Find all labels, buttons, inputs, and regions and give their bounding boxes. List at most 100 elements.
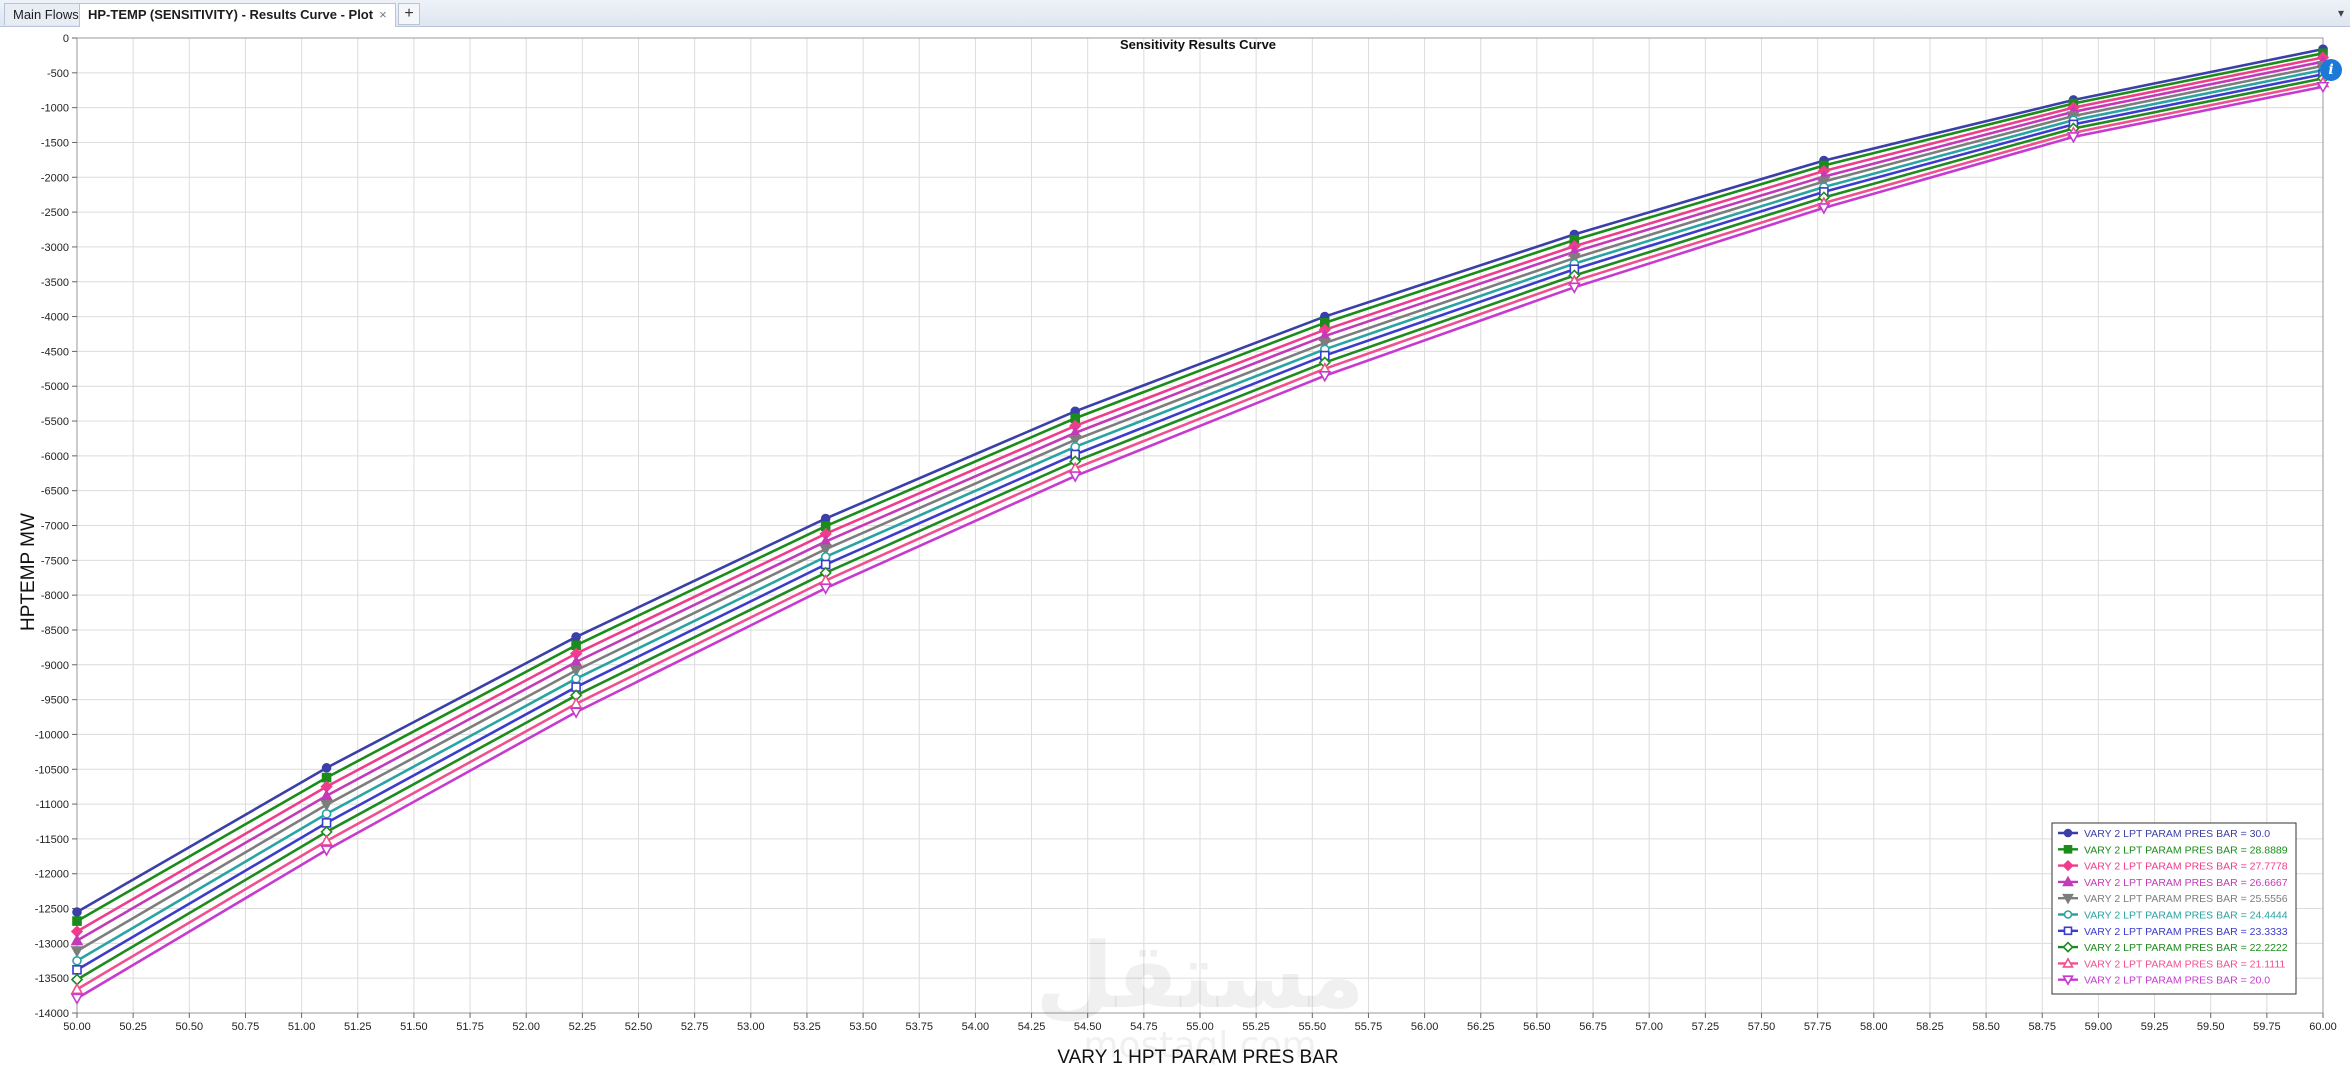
data-point-marker [70,946,84,958]
y-tick-label: -1500 [41,137,69,149]
data-point-marker [70,993,84,1006]
y-tick-label: -4000 [41,312,69,324]
data-point-marker [321,763,332,773]
tab-list-chevron-down-icon[interactable]: ▾ [2338,6,2344,20]
x-tick-label: 56.75 [1579,1021,1607,1033]
x-tick-label: 58.00 [1860,1021,1888,1033]
data-point-marker [820,513,831,524]
data-point-marker [321,809,332,819]
data-point-marker [2063,910,2073,919]
y-tick-label: -4500 [41,346,69,358]
data-point-marker [321,772,332,783]
y-tick-label: -1000 [41,103,69,115]
y-tick-label: -13000 [35,938,69,950]
x-tick-label: 57.50 [1748,1021,1776,1033]
y-tick-label: -7500 [41,555,69,567]
info-icon[interactable]: i [2320,59,2342,81]
new-tab-button[interactable]: + [398,3,420,25]
data-point-marker [72,955,82,966]
watermark-logo: مستقل [1035,924,1364,1029]
x-tick-label: 57.75 [1804,1021,1832,1033]
x-tick-label: 51.00 [288,1021,316,1033]
sensitivity-results-chart: 50.00 50.25 50.50 50.75 51.00 51.25 51.50 51.75… [18,33,2337,1068]
x-tick-label: 59.00 [2085,1021,2113,1033]
x-tick-label: 56.50 [1523,1021,1551,1033]
x-tick-label: 53.25 [793,1021,821,1033]
x-tick-label: 52.75 [681,1021,709,1033]
y-tick-label: -10000 [35,729,69,741]
chart-legend: VARY 2 LPT PARAM PRES BAR = 30.0 VARY 2 L… [2051,822,2297,995]
x-tick-label: 60.00 [2309,1021,2337,1033]
legend-entry: VARY 2 LPT PARAM PRES BAR = 26.6667 [2084,877,2288,889]
data-point-marker [320,799,333,812]
legend-entry: VARY 2 LPT PARAM PRES BAR = 22.2222 [2084,942,2288,954]
chart-axes: 50.00 50.25 50.50 50.75 51.00 51.25 51.50 51.75… [35,33,2337,1033]
chart-title: Sensitivity Results Curve [1120,37,1276,52]
y-tick-label: -3500 [41,277,69,289]
x-tick-label: 59.50 [2197,1021,2225,1033]
data-point-marker [2063,844,2073,854]
legend-entry: VARY 2 LPT PARAM PRES BAR = 30.0 [2084,828,2270,840]
tab-results-curve-plot-label: HP-TEMP (SENSITIVITY) - Results Curve - … [88,7,374,22]
x-tick-label: 57.00 [1635,1021,1663,1033]
y-tick-label: -8500 [41,625,69,637]
legend-entry: VARY 2 LPT PARAM PRES BAR = 24.4444 [2084,910,2288,922]
data-point-marker [2063,926,2073,936]
y-tick-label: -8000 [41,590,69,602]
y-tick-label: -9500 [41,695,69,707]
x-tick-label: 56.00 [1411,1021,1439,1033]
x-tick-label: 58.75 [2028,1021,2056,1033]
y-tick-label: -11000 [36,799,69,811]
data-point-marker [70,982,84,995]
tab-results-curve-plot[interactable]: HP-TEMP (SENSITIVITY) - Results Curve - … [79,3,396,27]
document-tab-bar: Main Flowsheet× HP-TEMP (SENSITIVITY) - … [0,0,2350,27]
y-tick-label: -12500 [35,904,69,916]
legend-entry: VARY 2 LPT PARAM PRES BAR = 23.3333 [2084,926,2288,938]
x-tick-label: 53.00 [737,1021,765,1033]
data-point-marker [72,907,82,917]
y-axis-label: HPTEMP MW [18,513,39,631]
y-tick-label: 0 [63,33,69,45]
x-tick-label: 58.25 [1916,1021,1944,1033]
y-tick-label: -6500 [41,486,69,498]
data-point-marker [2063,828,2073,838]
y-tick-label: -5000 [41,381,69,393]
x-tick-label: 59.75 [2253,1021,2281,1033]
x-tick-label: 50.50 [176,1021,204,1033]
x-axis-label: VARY 1 HPT PARAM PRES BAR [1057,1047,1338,1068]
x-tick-label: 51.50 [400,1021,428,1033]
x-tick-label: 50.00 [63,1021,91,1033]
x-tick-label: 52.25 [569,1021,597,1033]
y-tick-label: -11500 [36,834,69,846]
x-tick-label: 54.00 [962,1021,990,1033]
legend-entry: VARY 2 LPT PARAM PRES BAR = 20.0 [2084,975,2270,987]
x-tick-label: 57.25 [1692,1021,1720,1033]
y-tick-label: -9000 [41,660,69,672]
x-tick-label: 52.50 [625,1021,653,1033]
y-tick-label: -7000 [41,521,69,533]
y-tick-label: -2000 [41,172,69,184]
data-point-marker [571,673,581,684]
y-tick-label: -14000 [35,1008,69,1020]
data-point-marker [321,818,332,828]
y-tick-label: -13500 [35,973,69,985]
legend-entry: VARY 2 LPT PARAM PRES BAR = 25.5556 [2084,893,2288,905]
x-tick-label: 53.75 [905,1021,933,1033]
data-point-marker [70,933,84,946]
y-tick-label: -5500 [41,416,69,428]
legend-entry: VARY 2 LPT PARAM PRES BAR = 28.8889 [2084,844,2288,856]
data-point-marker [820,552,831,562]
x-tick-label: 53.50 [849,1021,877,1033]
data-point-marker [571,632,581,642]
x-tick-label: 56.25 [1467,1021,1495,1033]
x-tick-label: 50.25 [119,1021,147,1033]
y-tick-label: -500 [47,68,69,80]
x-tick-label: 50.75 [232,1021,260,1033]
close-icon[interactable]: × [379,7,387,22]
data-point-marker [72,916,82,926]
x-tick-label: 52.00 [512,1021,540,1033]
y-tick-label: -2500 [41,207,69,219]
x-tick-label: 51.75 [456,1021,484,1033]
data-point-marker [72,965,82,975]
y-tick-label: -6000 [41,451,69,463]
